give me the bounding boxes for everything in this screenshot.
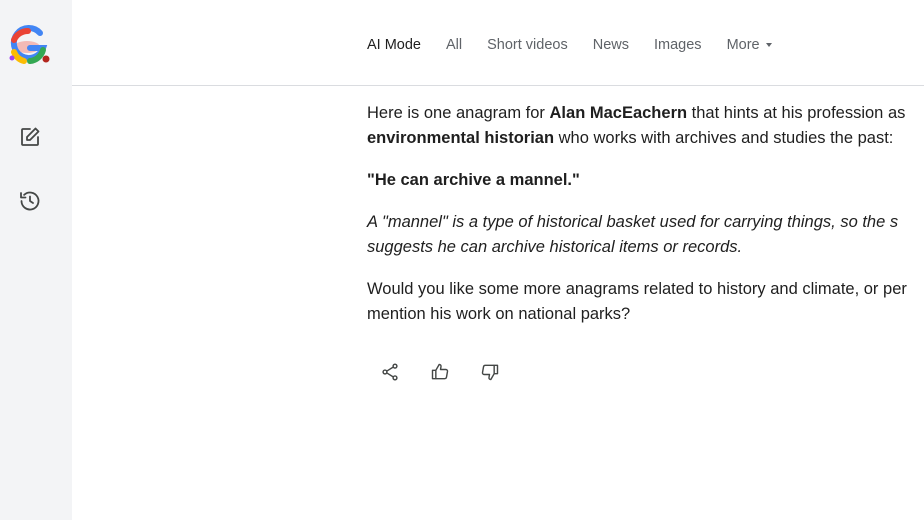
answer-intro-line-1: Here is one anagram for Alan MacEachern … <box>367 101 924 126</box>
answer-intro: Here is one anagram for Alan MacEachern … <box>367 101 924 151</box>
anagram-result: "He can archive a mannel." <box>367 171 580 189</box>
page: AI Mode All Short videos News Images Mor… <box>0 0 924 520</box>
tab-all[interactable]: All <box>446 35 462 55</box>
tab-news[interactable]: News <box>593 35 629 55</box>
tab-more-label: More <box>726 37 760 53</box>
anagram-explanation: A "mannel" is a type of historical baske… <box>367 210 924 260</box>
explanation-line-1: A "mannel" is a type of historical baske… <box>367 213 899 231</box>
tab-short-videos[interactable]: Short videos <box>487 35 568 55</box>
tab-images[interactable]: Images <box>654 35 702 55</box>
thumbs-up-icon <box>430 362 450 387</box>
tab-more[interactable]: More <box>727 35 772 55</box>
sidebar <box>0 0 72 520</box>
answer-intro-text-cont: that hints at his profession as <box>687 104 906 122</box>
ai-answer: Here is one anagram for Alan MacEachern … <box>367 101 924 344</box>
thumbs-up-button[interactable] <box>426 360 454 388</box>
thumbs-down-button[interactable] <box>476 360 504 388</box>
tab-ai-mode[interactable]: AI Mode <box>367 35 421 55</box>
history-button[interactable] <box>14 187 46 219</box>
history-icon <box>18 189 42 218</box>
followup-question: Would you like some more anagrams relate… <box>367 277 924 327</box>
followup-line-2: mention his work on national parks? <box>367 305 631 323</box>
answer-profession: environmental historian <box>367 129 555 147</box>
new-chat-edit-icon <box>18 125 42 154</box>
explanation-line-2: suggests he can archive historical items… <box>367 238 743 256</box>
answer-intro-line2-text: who works with archives and studies the … <box>554 129 894 147</box>
answer-name: Alan MacEachern <box>549 104 688 122</box>
google-g-logo-icon[interactable] <box>6 24 52 68</box>
share-icon <box>380 362 400 387</box>
search-mode-header: AI Mode All Short videos News Images Mor… <box>72 0 924 86</box>
search-tabs: AI Mode All Short videos News Images Mor… <box>367 35 797 55</box>
caret-down-icon <box>765 43 772 47</box>
new-chat-button[interactable] <box>14 123 46 155</box>
answer-actions <box>376 360 526 388</box>
answer-intro-line-2: environmental historian who works with a… <box>367 126 924 151</box>
share-button[interactable] <box>376 360 404 388</box>
followup-line-1: Would you like some more anagrams relate… <box>367 280 907 298</box>
answer-intro-text: Here is one anagram for <box>367 104 550 122</box>
thumbs-down-icon <box>480 362 500 387</box>
